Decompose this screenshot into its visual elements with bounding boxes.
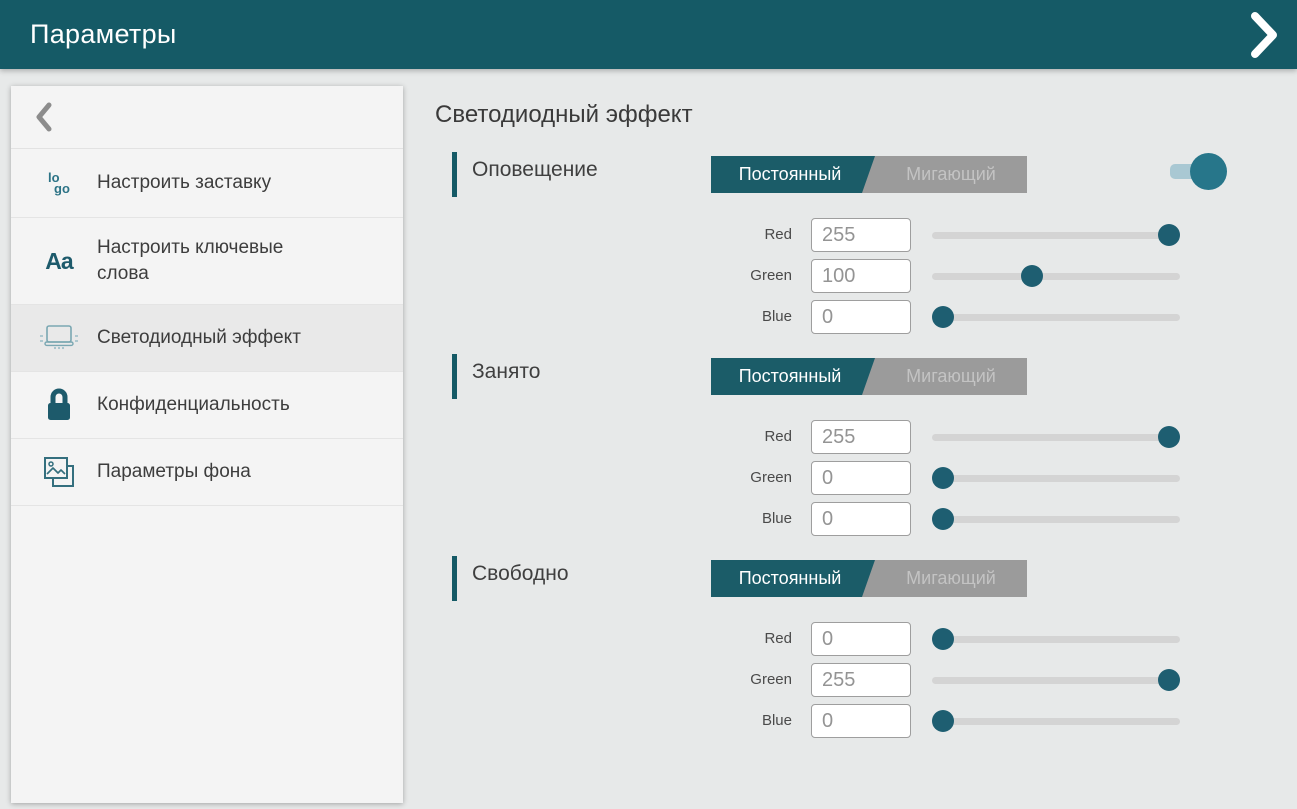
- channel-value-input[interactable]: [811, 259, 911, 293]
- channel-slider[interactable]: [932, 663, 1180, 697]
- channel-label: Blue: [662, 308, 792, 325]
- rgb-row-green: Green: [435, 259, 1297, 293]
- channel-slider[interactable]: [932, 622, 1180, 656]
- rgb-row-red: Red: [435, 622, 1297, 656]
- mode-segmented-control: Мигающий Постоянный: [711, 560, 1027, 597]
- channel-label: Red: [662, 428, 792, 445]
- section-title: Занято: [472, 360, 540, 384]
- mode-constant-button[interactable]: Постоянный: [711, 358, 875, 395]
- slider-thumb[interactable]: [1158, 669, 1180, 691]
- page-title: Параметры: [30, 19, 177, 50]
- channel-value-input[interactable]: [811, 502, 911, 536]
- rgb-row-green: Green: [435, 461, 1297, 495]
- section-title: Оповещение: [472, 158, 598, 182]
- slider-track: [932, 636, 1180, 643]
- channel-label: Red: [662, 630, 792, 647]
- slider-track: [932, 232, 1180, 239]
- rgb-row-green: Green: [435, 663, 1297, 697]
- section-accent-bar: [452, 556, 457, 601]
- channel-value-input[interactable]: [811, 218, 911, 252]
- section-free: Свободно Мигающий Постоянный Red Green B…: [435, 554, 1297, 754]
- toggle-knob: [1190, 153, 1227, 190]
- channel-slider[interactable]: [932, 420, 1180, 454]
- channel-slider[interactable]: [932, 502, 1180, 536]
- slider-track: [932, 475, 1180, 482]
- mode-blinking-button[interactable]: Мигающий: [875, 560, 1027, 597]
- notification-enable-toggle[interactable]: [1168, 153, 1228, 193]
- slider-track: [932, 516, 1180, 523]
- forward-chevron-icon[interactable]: [1247, 10, 1281, 60]
- mode-segmented-control: Мигающий Постоянный: [711, 358, 1027, 395]
- rgb-row-red: Red: [435, 420, 1297, 454]
- app-header: Параметры: [0, 0, 1297, 69]
- channel-value-input[interactable]: [811, 420, 911, 454]
- section-title: Свободно: [472, 562, 569, 586]
- settings-sidebar: logo Настроить заставку Aa Настроить клю…: [11, 86, 403, 803]
- section-accent-bar: [452, 354, 457, 399]
- sidebar-item-keywords[interactable]: Aa Настроить ключевые слова: [11, 218, 403, 305]
- channel-value-input[interactable]: [811, 704, 911, 738]
- channel-label: Blue: [662, 712, 792, 729]
- rgb-row-blue: Blue: [435, 704, 1297, 738]
- channel-value-input[interactable]: [811, 461, 911, 495]
- sidebar-item-led-effect[interactable]: Светодиодный эффект: [11, 305, 403, 372]
- content-title: Светодиодный эффект: [435, 101, 693, 129]
- slider-thumb[interactable]: [932, 467, 954, 489]
- rgb-rows: Red Green Blue: [435, 622, 1297, 745]
- back-chevron-icon: [35, 102, 53, 132]
- slider-track: [932, 273, 1180, 280]
- slider-track: [932, 677, 1180, 684]
- led-effect-icon: [37, 322, 81, 354]
- mode-constant-button[interactable]: Постоянный: [711, 156, 875, 193]
- slider-thumb[interactable]: [932, 628, 954, 650]
- slider-thumb[interactable]: [1158, 426, 1180, 448]
- sidebar-item-background[interactable]: Параметры фона: [11, 439, 403, 506]
- channel-label: Green: [662, 267, 792, 284]
- channel-slider[interactable]: [932, 218, 1180, 252]
- lock-icon: [37, 387, 81, 423]
- sidebar-item-label: Настроить ключевые слова: [97, 235, 283, 287]
- channel-slider[interactable]: [932, 704, 1180, 738]
- slider-track: [932, 718, 1180, 725]
- mode-segmented-control: Мигающий Постоянный: [711, 156, 1027, 193]
- rgb-row-red: Red: [435, 218, 1297, 252]
- slider-thumb[interactable]: [1158, 224, 1180, 246]
- section-accent-bar: [452, 152, 457, 197]
- mode-blinking-button[interactable]: Мигающий: [875, 358, 1027, 395]
- sidebar-item-privacy[interactable]: Конфиденциальность: [11, 372, 403, 439]
- mode-constant-button[interactable]: Постоянный: [711, 560, 875, 597]
- channel-label: Red: [662, 226, 792, 243]
- slider-thumb[interactable]: [932, 710, 954, 732]
- channel-slider[interactable]: [932, 259, 1180, 293]
- slider-track: [932, 434, 1180, 441]
- channel-value-input[interactable]: [811, 622, 911, 656]
- slider-thumb[interactable]: [932, 306, 954, 328]
- channel-value-input[interactable]: [811, 663, 911, 697]
- section-notification: Оповещение Мигающий Постоянный Red Green…: [435, 150, 1297, 350]
- channel-label: Green: [662, 671, 792, 688]
- mode-blinking-button[interactable]: Мигающий: [875, 156, 1027, 193]
- rgb-row-blue: Blue: [435, 502, 1297, 536]
- section-busy: Занято Мигающий Постоянный Red Green Blu…: [435, 352, 1297, 552]
- sidebar-item-label: Конфиденциальность: [97, 392, 290, 418]
- channel-slider[interactable]: [932, 300, 1180, 334]
- sidebar-item-label: Светодиодный эффект: [97, 325, 301, 351]
- channel-value-input[interactable]: [811, 300, 911, 334]
- sidebar-item-label: Настроить заставку: [97, 170, 271, 196]
- background-images-icon: [37, 454, 81, 490]
- sidebar-item-label: Параметры фона: [97, 459, 251, 485]
- channel-label: Blue: [662, 510, 792, 527]
- keywords-icon: Aa: [37, 248, 81, 275]
- rgb-rows: Red Green Blue: [435, 420, 1297, 543]
- slider-thumb[interactable]: [932, 508, 954, 530]
- slider-track: [932, 314, 1180, 321]
- rgb-row-blue: Blue: [435, 300, 1297, 334]
- sidebar-back-button[interactable]: [11, 86, 403, 149]
- sidebar-item-splash-screen[interactable]: logo Настроить заставку: [11, 149, 403, 218]
- rgb-rows: Red Green Blue: [435, 218, 1297, 341]
- logo-icon: logo: [37, 172, 81, 194]
- channel-label: Green: [662, 469, 792, 486]
- slider-thumb[interactable]: [1021, 265, 1043, 287]
- channel-slider[interactable]: [932, 461, 1180, 495]
